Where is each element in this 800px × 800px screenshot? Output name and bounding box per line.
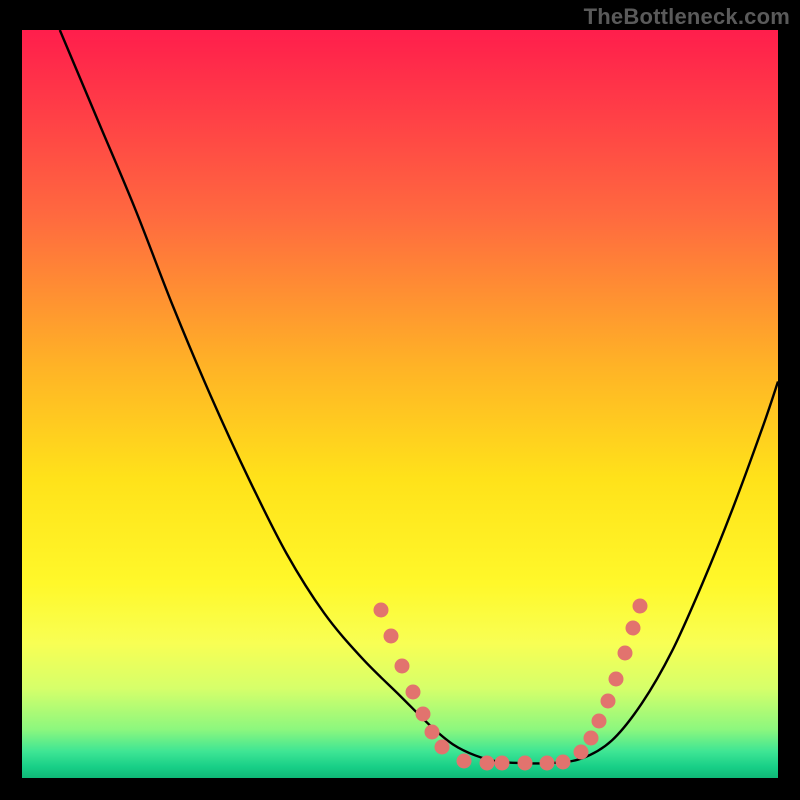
curve-dot bbox=[495, 756, 510, 771]
curve-dot bbox=[374, 602, 389, 617]
curve-dot bbox=[405, 684, 420, 699]
curve-dot bbox=[383, 628, 398, 643]
curve-dot bbox=[395, 658, 410, 673]
watermark-text: TheBottleneck.com bbox=[584, 4, 790, 30]
curve-dot bbox=[434, 739, 449, 754]
curve-dot bbox=[591, 714, 606, 729]
plot-area bbox=[22, 30, 778, 778]
curve-dot bbox=[555, 754, 570, 769]
curve-dot bbox=[583, 731, 598, 746]
curve-dot bbox=[600, 693, 615, 708]
curve-dot bbox=[517, 756, 532, 771]
curve-dot bbox=[424, 724, 439, 739]
curve-dot bbox=[457, 753, 472, 768]
curve-dot bbox=[617, 646, 632, 661]
curve-dot bbox=[609, 671, 624, 686]
chart-frame: TheBottleneck.com bbox=[0, 0, 800, 800]
curve-dot bbox=[479, 756, 494, 771]
curve-dots-layer bbox=[22, 30, 778, 778]
curve-dot bbox=[415, 707, 430, 722]
curve-dot bbox=[633, 598, 648, 613]
curve-dot bbox=[540, 756, 555, 771]
curve-dot bbox=[625, 621, 640, 636]
curve-dot bbox=[574, 744, 589, 759]
